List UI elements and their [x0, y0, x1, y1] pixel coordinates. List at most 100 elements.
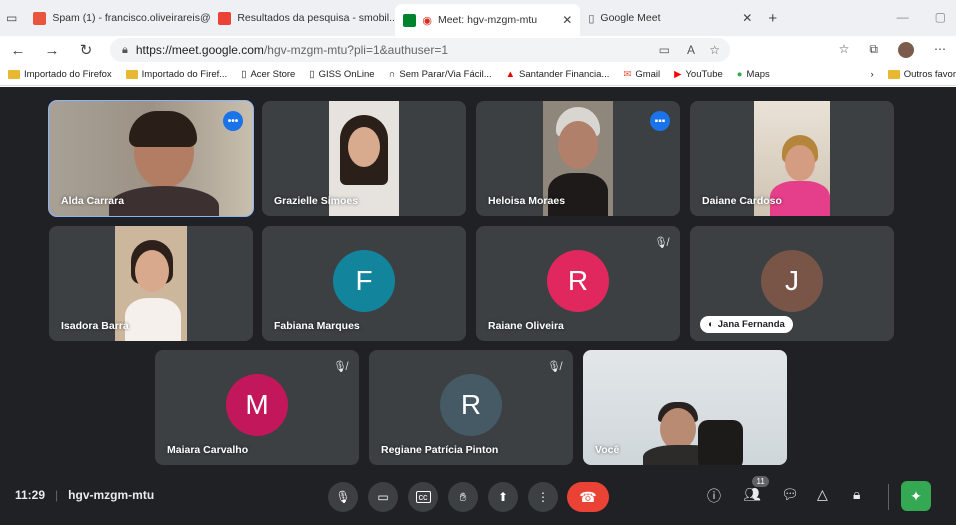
folder-icon: [125, 70, 138, 79]
participant-face: [660, 408, 696, 450]
reload-icon[interactable]: ↻: [78, 41, 94, 59]
meet-favicon-icon: [403, 13, 417, 27]
meet-controls-bar: 11:29 | hgv-mzgm-mtu 🎙︎ ▭ cc ✋︎ ⬆ ⋮ ☎︎ ⓘ…: [0, 470, 956, 525]
mic-off-icon: 🎙︎̸: [654, 237, 668, 249]
forward-icon[interactable]: →: [44, 42, 60, 59]
bookmark-item[interactable]: ✉ Gmail: [623, 69, 660, 80]
participant-tile-alda[interactable]: ••• Alda Carrara: [48, 100, 254, 217]
tab-search-results[interactable]: Resultados da pesquisa - smobil... ✕: [210, 4, 395, 32]
bookmarks-overflow-icon[interactable]: ›: [871, 69, 874, 80]
camera-icon: ▭: [377, 490, 389, 504]
folder-icon: [8, 70, 20, 79]
leave-call-button[interactable]: ☎︎: [567, 482, 609, 512]
recording-dot-icon: ◉: [422, 14, 432, 27]
gmail-icon: ✉: [623, 69, 632, 80]
pin-icon: ◐: [708, 319, 714, 330]
back-icon[interactable]: ←: [10, 42, 26, 59]
participant-tile-heloisa[interactable]: ▪▪▪ Heloisa Moraes: [476, 101, 680, 216]
participant-name: Maiara Carvalho: [167, 444, 249, 456]
people-button[interactable]: 👥︎ 11: [743, 476, 769, 503]
raise-hand-icon: ✋︎: [459, 489, 467, 504]
companion-button[interactable]: ✦: [901, 481, 931, 511]
maximize-icon[interactable]: ▢: [935, 10, 946, 24]
bookmark-item[interactable]: ▯ Acer Store: [241, 69, 295, 80]
tab-meet-active[interactable]: ◉ Meet: hgv-mzgm-mtu ✕: [395, 4, 581, 36]
participant-tile-regiane[interactable]: 🎙︎̸ R Regiane Patrícia Pinton: [369, 350, 573, 465]
bookmark-item[interactable]: Importado do Firefox: [8, 69, 112, 80]
microphone-button[interactable]: 🎙︎: [328, 482, 358, 512]
camera-permission-icon[interactable]: ▭: [659, 43, 670, 57]
mic-off-icon: 🎙︎̸: [333, 361, 347, 373]
close-tab-icon[interactable]: ✕: [742, 11, 752, 25]
gmail-m-favicon-icon: [218, 11, 232, 25]
participant-tile-self[interactable]: Você: [583, 350, 787, 465]
avatar-initial: R: [547, 249, 609, 312]
collections-icon[interactable]: ⧉: [869, 42, 878, 58]
bookmark-item[interactable]: Outros favor: [887, 69, 956, 80]
camera-button[interactable]: ▭: [368, 482, 398, 512]
more-menu-icon[interactable]: ⋯: [934, 42, 946, 58]
bookmark-item[interactable]: ● Maps: [737, 69, 770, 80]
host-controls-icon[interactable]: 🔒︎: [853, 486, 860, 503]
participant-name: Jana Fernanda: [717, 319, 785, 330]
favorite-star-icon[interactable]: ☆: [709, 43, 720, 57]
tab-label: Meet: hgv-mzgm-mtu: [437, 14, 538, 26]
present-screen-icon: ⬆: [497, 490, 509, 504]
participant-tile-isadora[interactable]: Isadora Barra: [49, 226, 253, 341]
meeting-details-icon[interactable]: ⓘ: [707, 486, 721, 506]
close-tab-icon[interactable]: ✕: [562, 13, 572, 27]
new-tab-button[interactable]: +: [768, 10, 777, 27]
gmail-favicon-icon: [33, 11, 47, 25]
page-icon: ▯: [588, 12, 595, 25]
tab-gmail-spam[interactable]: Spam (1) - francisco.oliveirareis@... ✕: [25, 4, 210, 32]
bookmark-item[interactable]: ▯ GISS OnLine: [309, 69, 374, 80]
participant-name: Isadora Barra: [61, 320, 129, 332]
more-options-icon[interactable]: •••: [223, 111, 243, 131]
participant-name: Heloisa Moraes: [488, 195, 566, 207]
favorites-icon[interactable]: ☆: [839, 42, 850, 58]
more-options-button[interactable]: ⋮: [528, 482, 558, 512]
bookmark-item[interactable]: Importado do Firef...: [125, 69, 227, 80]
participant-tile-maiara[interactable]: 🎙︎̸ M Maiara Carvalho: [155, 350, 359, 465]
bookmark-item[interactable]: ▲ Santander Financia...: [506, 69, 610, 80]
participant-face: [785, 145, 815, 181]
maps-pin-icon: ●: [736, 69, 743, 80]
info-divider: |: [55, 488, 59, 502]
participant-tile-daiane[interactable]: Daiane Cardoso: [690, 101, 894, 216]
profile-avatar[interactable]: [898, 42, 914, 58]
participant-name: Grazielle Simoes: [274, 195, 359, 207]
youtube-icon: ▶: [674, 69, 682, 80]
activities-icon[interactable]: △: [817, 486, 828, 503]
participant-name: Raiane Oliveira: [488, 320, 564, 332]
sem-parar-icon: ∩: [388, 69, 396, 80]
participant-face-front: [348, 127, 380, 167]
participant-tile-grazielle[interactable]: Grazielle Simoes: [262, 101, 466, 216]
participant-name: Fabiana Marques: [274, 320, 360, 332]
avatar-initial: J: [761, 249, 823, 312]
page-icon: ▯: [241, 69, 247, 80]
bookmark-item[interactable]: ∩ Sem Parar/Via Fácil...: [389, 69, 492, 80]
window-controls: — ▢: [897, 10, 946, 24]
present-screen-button[interactable]: ⬆: [488, 482, 518, 512]
toolbar-icons: ☆ ⧉ ⋯: [839, 42, 946, 58]
participant-body: [125, 298, 181, 341]
participant-tile-fabiana[interactable]: F Fabiana Marques: [262, 226, 466, 341]
end-call-icon: ☎︎: [579, 488, 597, 505]
captions-button[interactable]: cc: [408, 482, 438, 512]
participant-hair: [129, 111, 197, 147]
minimize-icon[interactable]: —: [897, 10, 909, 24]
lock-icon: 🔒︎: [122, 43, 128, 56]
people-icon: 👥︎: [743, 486, 761, 502]
avatar-initial: M: [226, 373, 288, 436]
microphone-icon: 🎙︎: [335, 490, 351, 504]
participant-tile-jana[interactable]: J ◐ Jana Fernanda: [690, 226, 894, 341]
tab-actions-icon[interactable]: ▭: [6, 11, 17, 25]
url-field[interactable]: 🔒︎ https://meet.google.com/hgv-mzgm-mtu?…: [110, 38, 730, 62]
chat-icon[interactable]: 💬︎: [781, 486, 799, 503]
tab-google-meet[interactable]: ▯ Google Meet ✕: [580, 4, 760, 32]
read-aloud-icon[interactable]: A: [687, 43, 695, 57]
participant-tile-raiane[interactable]: 🎙︎̸ R Raiane Oliveira: [476, 226, 680, 341]
raise-hand-button[interactable]: ✋︎: [448, 482, 478, 512]
page-icon: ▯: [309, 69, 315, 80]
bookmark-item[interactable]: ▶ YouTube: [674, 69, 723, 80]
